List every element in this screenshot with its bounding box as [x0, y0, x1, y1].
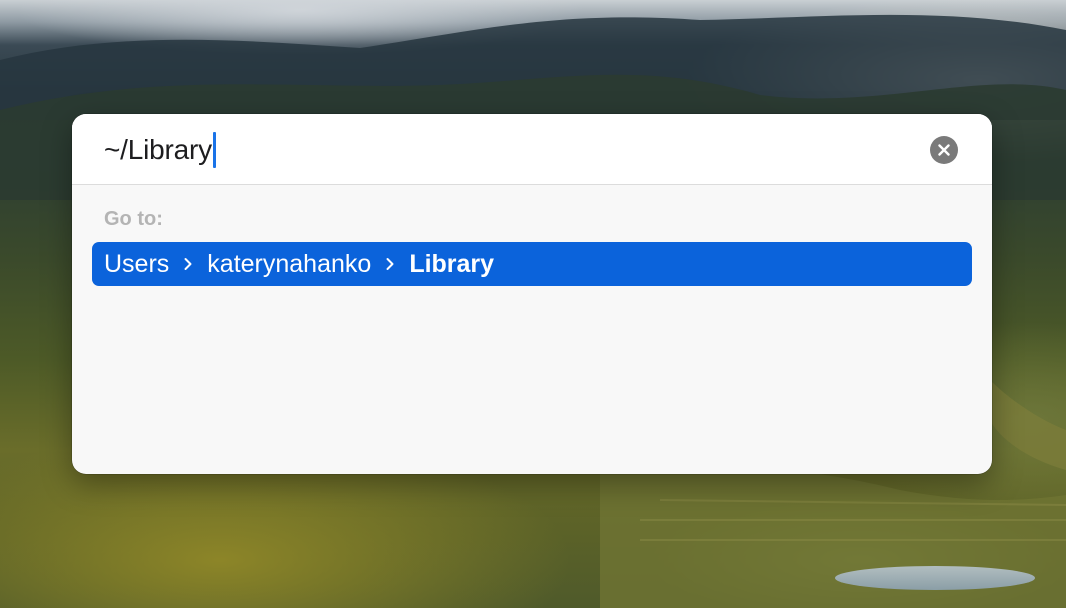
go-to-section-label: Go to:	[104, 208, 163, 230]
desktop-wallpaper: ~/Library Go to: Users katerynahanko Lib…	[0, 0, 1066, 608]
text-caret	[212, 132, 216, 168]
breadcrumb-users: Users	[104, 249, 170, 278]
lake	[835, 566, 1035, 590]
path-input-text[interactable]: ~/Library	[104, 134, 212, 166]
breadcrumb-library: Library	[409, 249, 495, 278]
chevron-right-icon	[377, 257, 403, 271]
path-suggestion-row[interactable]: Users katerynahanko Library	[92, 242, 972, 286]
clear-button[interactable]	[930, 136, 958, 164]
chevron-right-icon	[175, 257, 201, 271]
breadcrumb-user: katerynahanko	[207, 249, 372, 278]
go-to-folder-dialog: ~/Library Go to: Users katerynahanko Lib…	[72, 114, 992, 474]
clear-x-circle-icon	[938, 144, 950, 156]
path-input-row: ~/Library	[72, 114, 992, 185]
path-input[interactable]: ~/Library	[104, 132, 216, 168]
